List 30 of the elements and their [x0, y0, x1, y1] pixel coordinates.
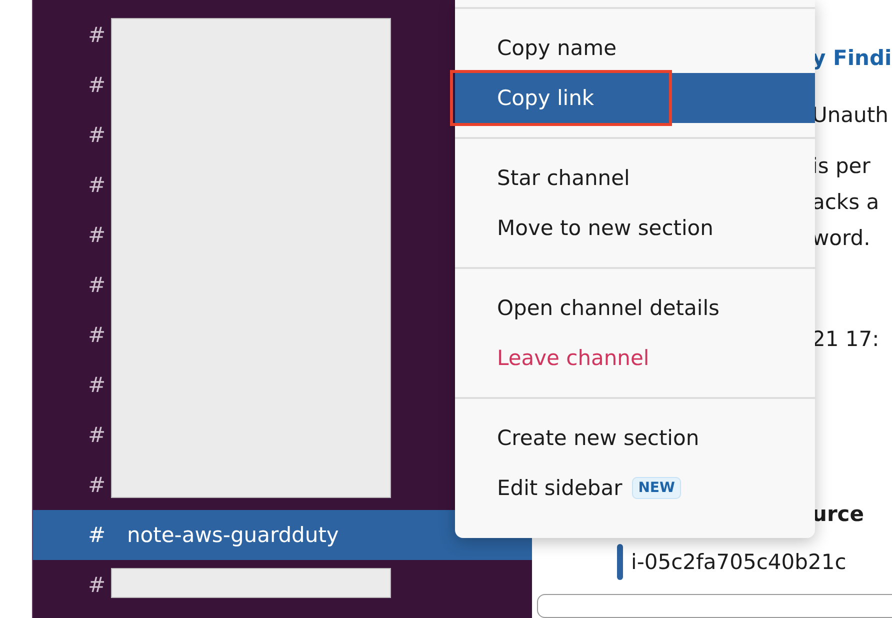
hash-icon: #: [88, 423, 104, 447]
menu-item[interactable]: Star channel: [455, 153, 815, 203]
hash-icon: #: [88, 273, 104, 297]
hash-icon: #: [88, 573, 104, 597]
hash-icon: #: [88, 473, 104, 497]
hash-icon: #: [88, 73, 104, 97]
hash-icon: #: [88, 173, 104, 197]
field-label: urce: [812, 501, 865, 528]
quote-bar: [617, 544, 623, 580]
menu-item[interactable]: Open channel details: [455, 283, 815, 333]
field-value: i-05c2fa705c40b21c: [631, 549, 846, 576]
hash-icon: #: [88, 23, 104, 47]
menu-item[interactable]: Copy name: [455, 23, 815, 73]
menu-item[interactable]: Move to new section: [455, 203, 815, 253]
message-input[interactable]: [537, 594, 892, 618]
hash-icon: #: [88, 223, 104, 247]
menu-item[interactable]: Leave channel: [455, 333, 815, 383]
menu-item[interactable]: Edit sidebar NEW: [455, 463, 815, 513]
hash-icon: #: [88, 373, 104, 397]
new-badge: NEW: [632, 477, 681, 499]
message-text: acks a: [812, 189, 880, 216]
hash-icon: #: [88, 323, 104, 347]
hash-icon: #: [88, 123, 104, 147]
menu-item[interactable]: Create new section: [455, 413, 815, 463]
channel-name: note-aws-guardduty: [127, 523, 339, 547]
hash-icon: #: [88, 523, 104, 547]
message-text: Unauth: [812, 102, 890, 129]
channel-item[interactable]: # note-aws-guardduty: [33, 510, 532, 560]
menu-item[interactable]: Copy link: [455, 73, 815, 123]
message-text: word.: [812, 225, 872, 252]
